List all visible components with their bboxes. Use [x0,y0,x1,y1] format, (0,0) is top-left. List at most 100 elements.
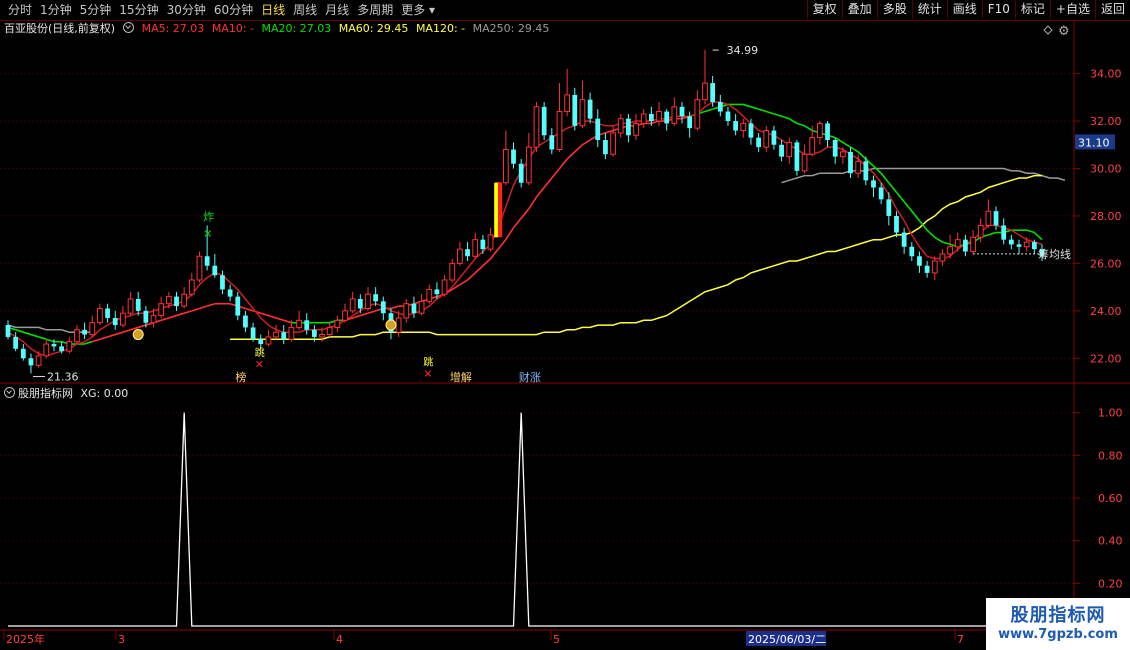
ma20-segment [360,312,369,317]
ma20-segment [275,317,284,322]
candle-body [717,102,723,112]
candle-body [687,116,693,129]
ma20-segment [206,302,216,307]
ma20-segment [934,236,943,243]
candle-body [579,99,586,127]
candle-body [174,296,179,307]
candle-body [212,265,218,276]
candle-body [985,210,992,226]
candle-body [188,279,195,295]
ma20-segment [750,106,759,110]
event-badge: 增解 [450,370,472,384]
candle-body [871,180,876,188]
candle-body [825,123,830,141]
kline-chart[interactable]: 34.00 32.00 30.00 28.00 26.00 24.00 22.00 31.10… [0,0,1130,650]
candle-body [235,296,241,316]
candle-body [487,234,494,250]
candle-body [304,320,310,330]
ma20-segment [191,307,200,312]
candle-body [326,326,333,336]
ma20-segment [482,258,492,267]
candle-body [380,301,386,314]
ma20-segment [942,241,951,246]
candle-body [549,135,555,150]
candle-body [801,153,808,172]
candle-body [809,137,816,155]
candle-body [20,348,26,359]
candle-body [1008,239,1014,245]
ma20-segment [367,310,376,314]
ma20-segment [781,115,790,120]
candle-body [457,248,463,264]
candle-body [502,149,509,184]
candle-body [572,94,578,126]
candle-body [664,111,670,124]
candle-body [740,122,747,132]
ma20-segment [766,110,775,115]
coin-marker [385,319,397,331]
ma20-segment [84,340,93,345]
candle-body [449,262,456,281]
ma20-segment [352,314,361,319]
ma20-segment [926,229,936,238]
ma20-segment [788,117,798,125]
ma20-segment [512,217,522,229]
candle-body [258,339,264,345]
candle-body [89,322,96,336]
ma20-segment [474,265,484,274]
ma20-segment [137,324,147,329]
candle-body [13,336,19,349]
candle-body [794,142,800,171]
ma20-segment [520,208,530,219]
candle-body [97,307,103,324]
ma20-segment [574,144,583,153]
candle-body [617,118,624,134]
candle-body [525,146,532,184]
sub-tick-label: 0.40 [1098,535,1123,548]
ma20-segment [46,338,55,343]
ma20-segment [704,108,713,113]
diamond-icon [1043,25,1053,35]
candle-body [564,94,571,113]
candle-body [863,161,869,181]
candle-body [196,255,203,281]
candle-body [640,113,647,124]
ma20-segment [390,305,399,310]
candle-body [917,256,922,266]
ma20-segment [872,165,882,174]
ma20-segment [582,139,591,146]
limit-up-bar [498,182,503,238]
candle-body [365,293,371,309]
candle-body [901,232,907,247]
candle-body [656,111,662,122]
candle-body [426,288,433,302]
price-tick-label: 22.00 [1090,352,1122,365]
candle-body [349,298,356,312]
x-axis-label: 7 [957,633,964,646]
candle-body [66,341,73,352]
ma20-segment [1033,231,1043,241]
candle-body [143,310,149,323]
ma20-segment [168,314,177,319]
candle-body [931,260,938,274]
candle-body [51,344,57,347]
ma20-segment [122,329,131,333]
sell-x-marker: ✕ [423,367,432,380]
candle-body [1031,242,1037,250]
event-badge: 榜 [235,370,246,384]
ma20-segment [114,331,124,336]
candle-body [832,140,838,157]
candle-body [204,256,210,266]
candle-body [556,111,563,151]
ma20-segment [505,227,515,241]
candle-body [909,246,915,257]
price-tick-label: 30.00 [1090,162,1122,175]
ma20-segment [260,312,269,317]
candle-body [993,211,999,226]
candle-body [1023,241,1030,248]
candle-body [756,137,761,148]
ma20-segment [183,310,193,314]
ma20-segment [1026,229,1035,234]
candle-body [288,326,295,340]
candle-body [817,122,823,139]
